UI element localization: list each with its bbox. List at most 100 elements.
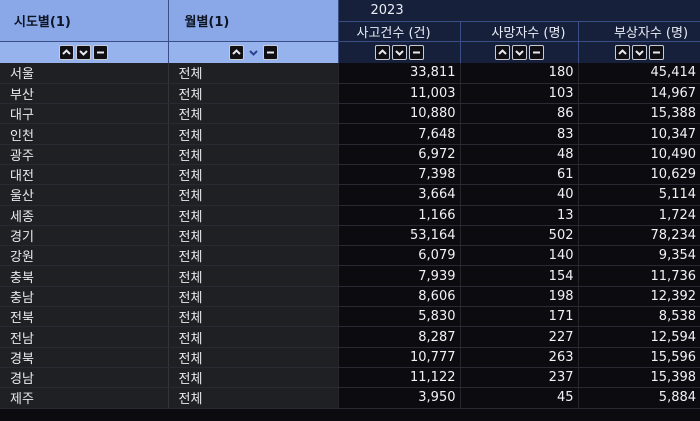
cell-sido: 대전 [0, 164, 168, 186]
sort-desc-icon[interactable] [76, 44, 92, 60]
table-row: 세종 전체 1,166 13 1,724 [0, 205, 700, 226]
table-row: 부산 전체 11,003 103 14,967 [0, 83, 700, 105]
cell-sido: 전남 [0, 326, 168, 348]
table-row: 울산 전체 3,664 40 5,114 [0, 184, 700, 206]
cell-sido: 경북 [0, 347, 168, 368]
table-row: 전남 전체 8,287 227 12,594 [0, 326, 700, 348]
table-row: 충남 전체 8,606 198 12,392 [0, 286, 700, 308]
cell-deaths: 86 [459, 103, 578, 125]
cell-month: 전체 [167, 144, 338, 165]
cell-deaths: 83 [459, 123, 578, 145]
cell-month: 전체 [167, 205, 338, 226]
header-deaths[interactable]: 사망자수 (명) [459, 21, 578, 42]
header-accidents[interactable]: 사고건수 (건) [337, 21, 460, 42]
cell-month: 전체 [167, 265, 338, 287]
injuries-controls [577, 41, 700, 63]
cell-deaths: 198 [459, 286, 578, 308]
cell-sido: 서울 [0, 63, 168, 84]
cell-deaths: 61 [459, 164, 578, 186]
table-row: 경남 전체 11,122 237 15,398 [0, 367, 700, 389]
cell-injuries: 10,490 [577, 144, 700, 165]
sort-asc-icon[interactable] [59, 44, 75, 60]
cell-injuries: 12,594 [577, 326, 700, 348]
cell-sido: 대구 [0, 103, 168, 125]
cell-injuries: 8,538 [577, 306, 700, 328]
sort-desc-icon[interactable] [511, 44, 527, 60]
sort-asc-icon[interactable] [494, 44, 510, 60]
cell-deaths: 237 [459, 367, 578, 389]
cell-injuries: 15,388 [577, 103, 700, 125]
cell-deaths: 103 [459, 83, 578, 105]
cell-month: 전체 [167, 245, 338, 267]
sort-asc-icon[interactable] [374, 44, 390, 60]
cell-injuries: 15,596 [577, 347, 700, 368]
cell-accidents: 7,939 [337, 265, 460, 287]
cell-sido: 강원 [0, 245, 168, 267]
cell-accidents: 8,606 [337, 286, 460, 308]
cell-accidents: 7,398 [337, 164, 460, 186]
cell-injuries: 5,114 [577, 184, 700, 206]
cell-accidents: 5,830 [337, 306, 460, 328]
cell-sido: 전북 [0, 306, 168, 328]
cell-accidents: 8,287 [337, 326, 460, 348]
sort-desc-icon[interactable] [631, 44, 647, 60]
cell-sido: 세종 [0, 205, 168, 226]
cell-accidents: 3,950 [337, 387, 460, 409]
cell-deaths: 140 [459, 245, 578, 267]
table-row: 서울 전체 33,811 180 45,414 [0, 63, 700, 84]
minus-icon[interactable] [528, 44, 544, 60]
header-month[interactable]: 월별(1) [168, 0, 339, 42]
deaths-controls [459, 41, 578, 63]
header-injuries[interactable]: 부상자수 (명) [577, 21, 700, 42]
cell-deaths: 180 [459, 63, 578, 84]
cell-sido: 경남 [0, 367, 168, 389]
cell-deaths: 263 [459, 347, 578, 368]
table-row: 광주 전체 6,972 48 10,490 [0, 144, 700, 165]
cell-month: 전체 [167, 63, 338, 84]
table-row: 인천 전체 7,648 83 10,347 [0, 123, 700, 145]
cell-accidents: 7,648 [337, 123, 460, 145]
month-controls [168, 41, 339, 63]
cell-injuries: 5,884 [577, 387, 700, 409]
cell-month: 전체 [167, 83, 338, 105]
cell-deaths: 45 [459, 387, 578, 409]
cell-month: 전체 [167, 286, 338, 308]
table-row: 경북 전체 10,777 263 15,596 [0, 347, 700, 368]
cell-sido: 충남 [0, 286, 168, 308]
accidents-controls [337, 41, 460, 63]
header-year: 2023 [338, 0, 700, 22]
table-row: 제주 전체 3,950 45 5,884 [0, 387, 700, 409]
cell-month: 전체 [167, 184, 338, 206]
cell-injuries: 11,736 [577, 265, 700, 287]
cell-accidents: 3,664 [337, 184, 460, 206]
minus-icon[interactable] [648, 44, 664, 60]
cell-month: 전체 [167, 103, 338, 125]
sort-desc-icon[interactable] [391, 44, 407, 60]
sido-controls [0, 41, 169, 63]
cell-injuries: 45,414 [577, 63, 700, 84]
header-sido[interactable]: 시도별(1) [0, 0, 169, 42]
cell-accidents: 33,811 [337, 63, 460, 84]
minus-icon[interactable] [408, 44, 424, 60]
cell-deaths: 48 [459, 144, 578, 165]
table-body: 서울 전체 33,811 180 45,414 부산 전체 11,003 103 14,967 … [0, 63, 700, 409]
cell-sido: 부산 [0, 83, 168, 105]
cell-sido: 광주 [0, 144, 168, 165]
cell-accidents: 6,972 [337, 144, 460, 165]
cell-injuries: 9,354 [577, 245, 700, 267]
cell-accidents: 53,164 [337, 225, 460, 247]
cell-month: 전체 [167, 123, 338, 145]
cell-month: 전체 [167, 326, 338, 348]
cell-injuries: 78,234 [577, 225, 700, 247]
cell-injuries: 12,392 [577, 286, 700, 308]
sort-desc-icon[interactable] [245, 44, 261, 60]
table-row: 대전 전체 7,398 61 10,629 [0, 164, 700, 186]
minus-icon[interactable] [262, 44, 278, 60]
cell-month: 전체 [167, 367, 338, 389]
sort-asc-icon[interactable] [228, 44, 244, 60]
minus-icon[interactable] [93, 44, 109, 60]
cell-sido: 울산 [0, 184, 168, 206]
cell-deaths: 502 [459, 225, 578, 247]
sort-asc-icon[interactable] [614, 44, 630, 60]
table-row: 전북 전체 5,830 171 8,538 [0, 306, 700, 328]
